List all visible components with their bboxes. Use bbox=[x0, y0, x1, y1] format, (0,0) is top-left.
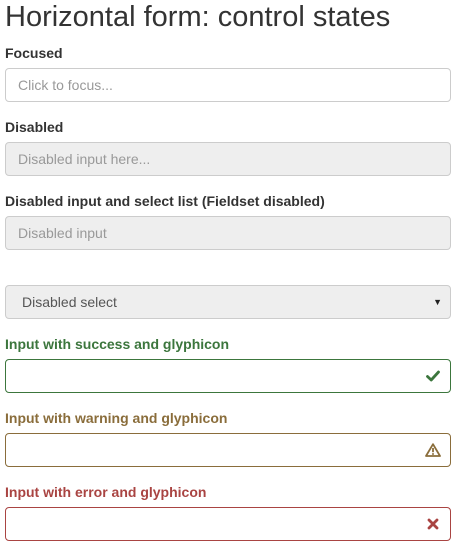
error-input[interactable] bbox=[5, 507, 451, 541]
form-page: Horizontal form: control states Focused … bbox=[0, 0, 460, 549]
warning-input[interactable] bbox=[5, 433, 451, 467]
caret-down-icon: ▼ bbox=[433, 297, 442, 307]
check-icon bbox=[423, 359, 443, 393]
fieldset-disabled-label: Disabled input and select list (Fieldset… bbox=[5, 193, 325, 209]
error-label: Input with error and glyphicon bbox=[5, 484, 207, 500]
focused-input[interactable] bbox=[5, 68, 451, 102]
success-label: Input with success and glyphicon bbox=[5, 336, 230, 352]
success-input[interactable] bbox=[5, 359, 451, 393]
warning-label: Input with warning and glyphicon bbox=[5, 410, 228, 426]
disabled-input bbox=[5, 142, 451, 176]
fieldset-disabled-input bbox=[5, 216, 451, 250]
disabled-select-value: Disabled select bbox=[22, 294, 117, 310]
disabled-label: Disabled bbox=[5, 119, 64, 135]
disabled-select: Disabled select ▼ bbox=[5, 285, 451, 319]
page-title: Horizontal form: control states bbox=[5, 1, 391, 33]
remove-icon bbox=[423, 507, 443, 541]
warning-sign-icon bbox=[423, 433, 443, 467]
focused-label: Focused bbox=[5, 45, 63, 61]
